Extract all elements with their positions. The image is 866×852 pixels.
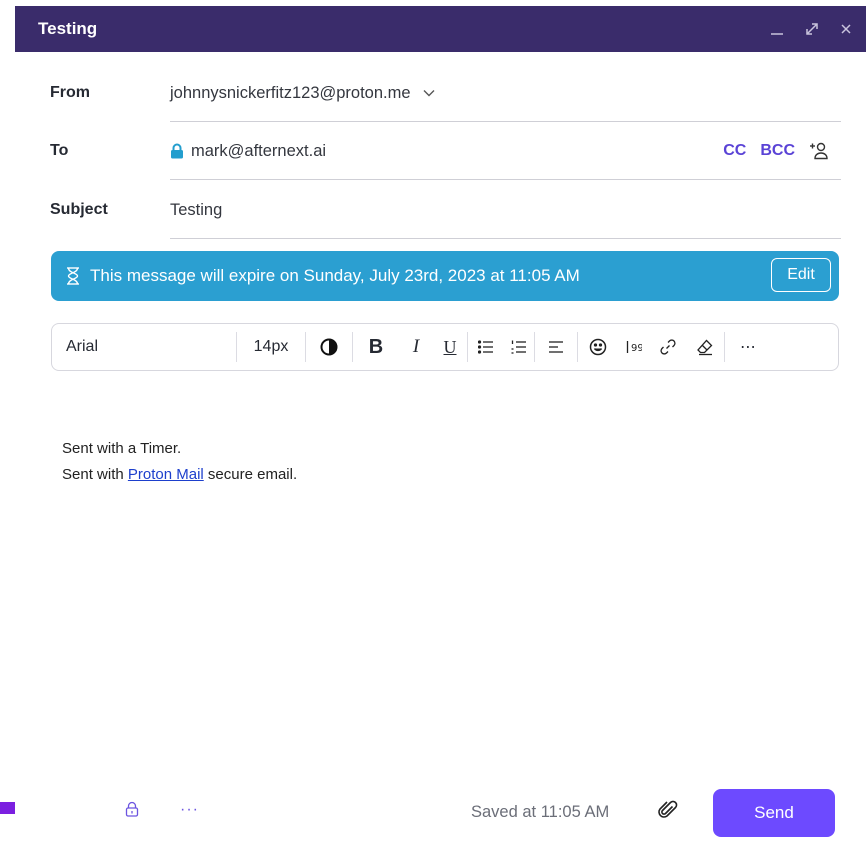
- lock-icon: [170, 143, 184, 159]
- blockquote-icon[interactable]: 99: [618, 323, 650, 371]
- text-color-icon[interactable]: [306, 323, 352, 371]
- bullet-list-icon[interactable]: [468, 323, 504, 371]
- add-contact-icon[interactable]: [809, 142, 829, 160]
- expand-icon[interactable]: [804, 21, 820, 37]
- close-icon[interactable]: [840, 23, 852, 35]
- formatting-toolbar: Arial 14px B I U 99 ⋯: [51, 323, 839, 371]
- minimize-icon[interactable]: [770, 22, 784, 36]
- link-icon[interactable]: [650, 323, 686, 371]
- composer-titlebar: Testing: [15, 6, 866, 52]
- saved-status: Saved at 11:05 AM: [471, 803, 610, 821]
- hourglass-icon: [66, 267, 80, 285]
- edit-expiration-button[interactable]: Edit: [771, 258, 831, 292]
- clear-formatting-icon[interactable]: [686, 323, 724, 371]
- numbered-list-icon[interactable]: [504, 323, 534, 371]
- bold-button[interactable]: B: [353, 323, 399, 371]
- encryption-lock-icon[interactable]: [125, 801, 139, 822]
- composer-window: Testing From johnnysnickerfitz123@proton…: [15, 0, 866, 852]
- svg-text:99: 99: [631, 343, 642, 354]
- subject-row: Subject Testing: [15, 181, 866, 239]
- emoji-icon[interactable]: [578, 323, 618, 371]
- cc-button[interactable]: CC: [723, 142, 746, 160]
- italic-button[interactable]: I: [399, 323, 433, 371]
- window-title: Testing: [38, 19, 98, 38]
- to-row: To mark@afternext.ai CC BCC: [15, 122, 866, 180]
- from-select[interactable]: johnnysnickerfitz123@proton.me: [170, 84, 435, 103]
- expiration-banner: This message will expire on Sunday, July…: [51, 251, 839, 301]
- chevron-down-icon: [423, 89, 435, 97]
- subject-label: Subject: [50, 201, 108, 218]
- send-button[interactable]: Send: [713, 789, 835, 837]
- subject-input[interactable]: Testing: [170, 201, 222, 220]
- paperclip-icon[interactable]: [658, 800, 678, 825]
- recipient-address: mark@afternext.ai: [191, 141, 327, 160]
- font-family-select[interactable]: Arial: [52, 338, 236, 356]
- proton-mail-link[interactable]: Proton Mail: [128, 466, 204, 483]
- from-label: From: [50, 84, 90, 101]
- recipient-chip[interactable]: mark@afternext.ai: [170, 142, 326, 161]
- expiration-message: This message will expire on Sunday, July…: [90, 266, 580, 285]
- more-options-button[interactable]: ⋯: [725, 323, 771, 371]
- bcc-button[interactable]: BCC: [760, 142, 795, 160]
- more-actions-button[interactable]: ···: [180, 801, 199, 819]
- message-body[interactable]: Sent with a Timer. Sent with Proton Mail…: [62, 436, 297, 488]
- align-left-icon[interactable]: [535, 323, 577, 371]
- from-address: johnnysnickerfitz123@proton.me: [170, 83, 411, 102]
- body-line: Sent with a Timer.: [62, 440, 182, 457]
- font-size-select[interactable]: 14px: [237, 323, 305, 371]
- from-row: From johnnysnickerfitz123@proton.me: [15, 64, 866, 122]
- body-signature: Sent with Proton Mail secure email.: [62, 466, 298, 483]
- underline-button[interactable]: U: [433, 323, 467, 371]
- composer-footer: ··· Saved at 11:05 AM Send: [15, 785, 866, 841]
- to-label: To: [50, 142, 69, 159]
